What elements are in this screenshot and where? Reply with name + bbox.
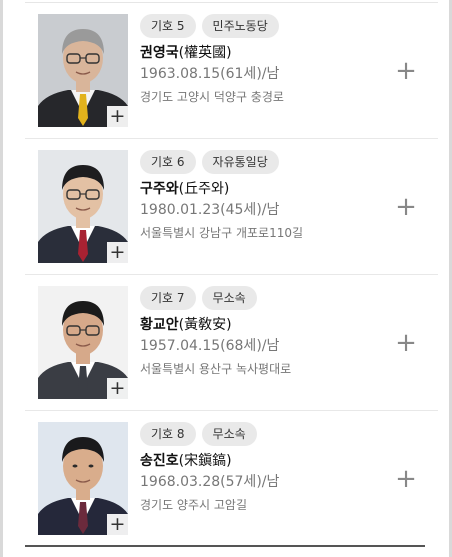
plus-icon[interactable]: +: [393, 466, 419, 492]
name-hanja: (權英國): [178, 45, 232, 61]
name-hangul: 황교안: [140, 317, 179, 333]
badge-row: 기호 6 자유통일당: [140, 150, 279, 174]
birth-info: 1963.08.15(61세)/남: [140, 66, 280, 82]
divider: [25, 545, 425, 547]
address: 경기도 양주시 고암길: [140, 498, 247, 512]
address: 서울특별시 용산구 녹사평대로: [140, 362, 292, 376]
badge-row: 기호 5 민주노동당: [140, 14, 279, 38]
badge-row: 기호 7 무소속: [140, 286, 257, 310]
name-hangul: 송진호: [140, 453, 179, 469]
party-badge: 자유통일당: [201, 150, 279, 174]
candidate-photo[interactable]: +: [38, 150, 128, 263]
plus-icon[interactable]: +: [393, 330, 419, 356]
badge-row: 기호 8 무소속: [140, 422, 257, 446]
party-badge: 민주노동당: [201, 14, 279, 38]
candidate-photo[interactable]: +: [38, 286, 128, 399]
candidate-card: + 기호 6 자유통일당 구주와(丘주와) 1980.01.23(45세)/남 …: [25, 139, 438, 275]
address: 경기도 고양시 덕양구 충경로: [140, 90, 284, 104]
plus-icon[interactable]: +: [393, 194, 419, 220]
ballot-number-badge: 기호 8: [140, 422, 196, 446]
birth-info: 1968.03.28(57세)/남: [140, 474, 280, 490]
plus-icon[interactable]: +: [107, 242, 128, 263]
candidate-name: 송진호(宋鎭鎬): [140, 451, 232, 471]
plus-icon[interactable]: +: [393, 58, 419, 84]
address: 서울특별시 강남구 개포로110길: [140, 226, 304, 240]
candidate-name: 황교안(黃敎安): [140, 315, 232, 335]
page-frame: + 기호 5 민주노동당 권영국(權英國) 1963.08.15(61세)/남 …: [0, 0, 452, 557]
name-hangul: 구주와: [140, 181, 179, 197]
ballot-number-badge: 기호 6: [140, 150, 196, 174]
candidate-card: + 기호 7 무소속 황교안(黃敎安) 1957.04.15(68세)/남 서울…: [25, 275, 438, 411]
party-badge: 무소속: [201, 422, 257, 446]
candidate-card: + 기호 5 민주노동당 권영국(權英國) 1963.08.15(61세)/남 …: [25, 3, 438, 139]
plus-icon[interactable]: +: [107, 106, 128, 127]
birth-info: 1980.01.23(45세)/남: [140, 202, 280, 218]
party-badge: 무소속: [201, 286, 257, 310]
candidate-photo[interactable]: +: [38, 422, 128, 535]
plus-icon[interactable]: +: [107, 378, 128, 399]
candidate-name: 구주와(丘주와): [140, 179, 229, 199]
plus-icon[interactable]: +: [107, 514, 128, 535]
candidate-photo[interactable]: +: [38, 14, 128, 127]
name-hangul: 권영국: [140, 45, 179, 61]
name-hanja: (宋鎭鎬): [178, 453, 232, 469]
ballot-number-badge: 기호 7: [140, 286, 196, 310]
candidate-name: 권영국(權英國): [140, 43, 232, 63]
candidate-card: + 기호 8 무소속 송진호(宋鎭鎬) 1968.03.28(57세)/남 경기…: [25, 411, 438, 547]
name-hanja: (黃敎安): [178, 317, 232, 333]
birth-info: 1957.04.15(68세)/남: [140, 338, 280, 354]
name-hanja: (丘주와): [178, 181, 230, 197]
ballot-number-badge: 기호 5: [140, 14, 196, 38]
